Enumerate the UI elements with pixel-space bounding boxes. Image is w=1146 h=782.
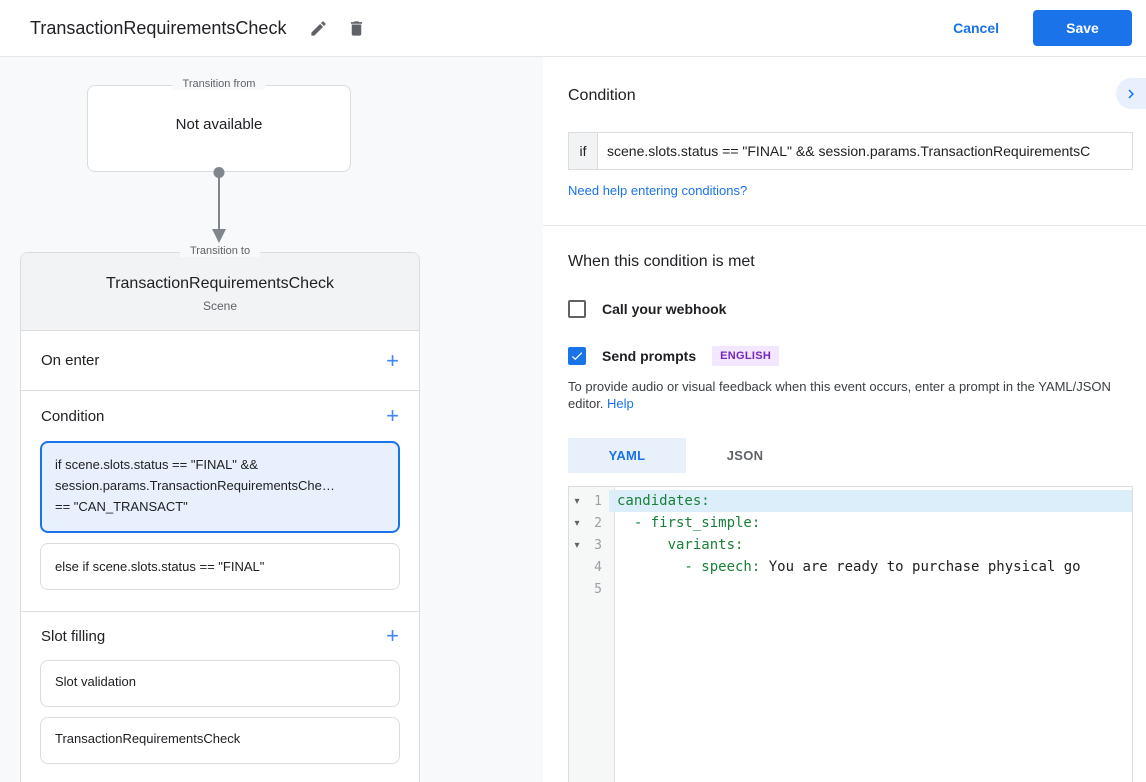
line-number: 2 [594, 515, 602, 531]
condition-panel-title: Condition [568, 87, 636, 104]
condition-item[interactable]: if scene.slots.status == "FINAL" && sess… [40, 441, 400, 533]
fold-toggle-icon[interactable]: ▾ [569, 496, 585, 507]
add-slot-button[interactable]: + [386, 625, 399, 647]
slot-filling-section-header: Slot filling + [21, 612, 419, 660]
add-on-enter-button[interactable]: + [386, 347, 399, 373]
line-number: 4 [594, 559, 602, 575]
check-icon [570, 349, 584, 363]
section-divider [543, 225, 1146, 226]
scene-card: Transition to TransactionRequirementsChe… [20, 245, 420, 782]
on-enter-label: On enter [41, 352, 100, 369]
top-bar: TransactionRequirementsCheck Cancel Save [0, 0, 1146, 57]
editor-line[interactable]: 4 - speech: You are ready to purchase ph… [569, 556, 1132, 578]
if-label: if [568, 132, 597, 170]
webhook-checkbox[interactable] [568, 300, 586, 318]
condition-expression-input[interactable] [597, 132, 1133, 170]
add-icon: + [386, 347, 399, 373]
editor-lines: ▾ 1 candidates: ▾ 2 - first_simple: ▾ 3 varian… [569, 487, 1132, 600]
condition-editor-pane: Condition if Need help entering conditio… [543, 57, 1146, 782]
transition-to-label: Transition to [179, 245, 261, 257]
help-link[interactable]: Help [607, 396, 634, 411]
tab-json[interactable]: JSON [686, 438, 804, 473]
add-condition-button[interactable]: + [386, 405, 399, 427]
transition-from-box: Transition from Not available [87, 78, 351, 172]
fold-toggle-icon[interactable]: ▾ [569, 540, 585, 551]
prompts-description: To provide audio or visual feedback when… [568, 378, 1133, 412]
chevron-right-icon [1122, 85, 1140, 103]
line-number: 3 [594, 537, 602, 553]
send-prompts-label: Send prompts [602, 348, 697, 364]
add-icon: + [386, 623, 399, 648]
save-button[interactable]: Save [1033, 10, 1132, 46]
pencil-icon [309, 19, 328, 38]
description-text: To provide audio or visual feedback when… [568, 379, 1111, 411]
add-icon: + [386, 403, 399, 428]
webhook-label: Call your webhook [602, 301, 727, 317]
fold-toggle-icon[interactable]: ▾ [569, 518, 585, 529]
code-text: - speech: You are ready to purchase phys… [617, 559, 1081, 575]
condition-items: if scene.slots.status == "FINAL" && sess… [21, 441, 419, 612]
scene-name: TransactionRequirementsCheck [106, 275, 334, 292]
code-text: - first_simple: [617, 515, 761, 531]
scene-card-header: TransactionRequirementsCheck Scene [21, 253, 419, 331]
delete-button[interactable] [344, 16, 368, 40]
editor-line[interactable]: ▾ 2 - first_simple: [569, 512, 1132, 534]
condition-section-header: Condition + [21, 391, 419, 441]
line-number: 1 [594, 493, 602, 509]
slot-items: Slot validation TransactionRequirementsCh… [21, 660, 419, 764]
trash-icon [347, 19, 366, 38]
transition-from-label: Transition from [172, 78, 266, 90]
code-text: candidates: [609, 490, 1132, 512]
transition-arrow [212, 167, 226, 243]
scene-diagram-pane: Transition from Not available Transition… [0, 57, 543, 782]
conditions-help-link[interactable]: Need help entering conditions? [568, 183, 747, 198]
tab-yaml[interactable]: YAML [568, 438, 686, 473]
slot-item[interactable]: TransactionRequirementsCheck [40, 717, 400, 764]
editor-tabs: YAML JSON [568, 438, 1146, 473]
slot-item[interactable]: Slot validation [40, 660, 400, 707]
send-prompts-checkbox[interactable] [568, 347, 586, 365]
transition-from-value: Not available [175, 116, 263, 133]
editor-line[interactable]: ▾ 3 variants: [569, 534, 1132, 556]
when-met-title: When this condition is met [568, 253, 755, 270]
condition-item[interactable]: else if scene.slots.status == "FINAL" [40, 543, 400, 590]
yaml-editor[interactable]: ▾ 1 candidates: ▾ 2 - first_simple: ▾ 3 varian… [568, 486, 1133, 782]
cancel-button[interactable]: Cancel [953, 20, 999, 36]
on-enter-section-header: On enter + [21, 331, 419, 391]
condition-label: Condition [41, 407, 105, 425]
scene-type-label: Scene [202, 299, 238, 313]
edit-button[interactable] [306, 16, 330, 40]
language-badge: ENGLISH [712, 346, 780, 366]
code-text: variants: [617, 537, 744, 553]
expand-panel-button[interactable] [1116, 78, 1146, 109]
page-title: TransactionRequirementsCheck [30, 17, 287, 38]
editor-line[interactable]: ▾ 1 candidates: [569, 490, 1132, 512]
slot-filling-label: Slot filling [41, 627, 106, 645]
line-number: 5 [594, 581, 602, 597]
editor-line[interactable]: 5 [569, 578, 1132, 600]
